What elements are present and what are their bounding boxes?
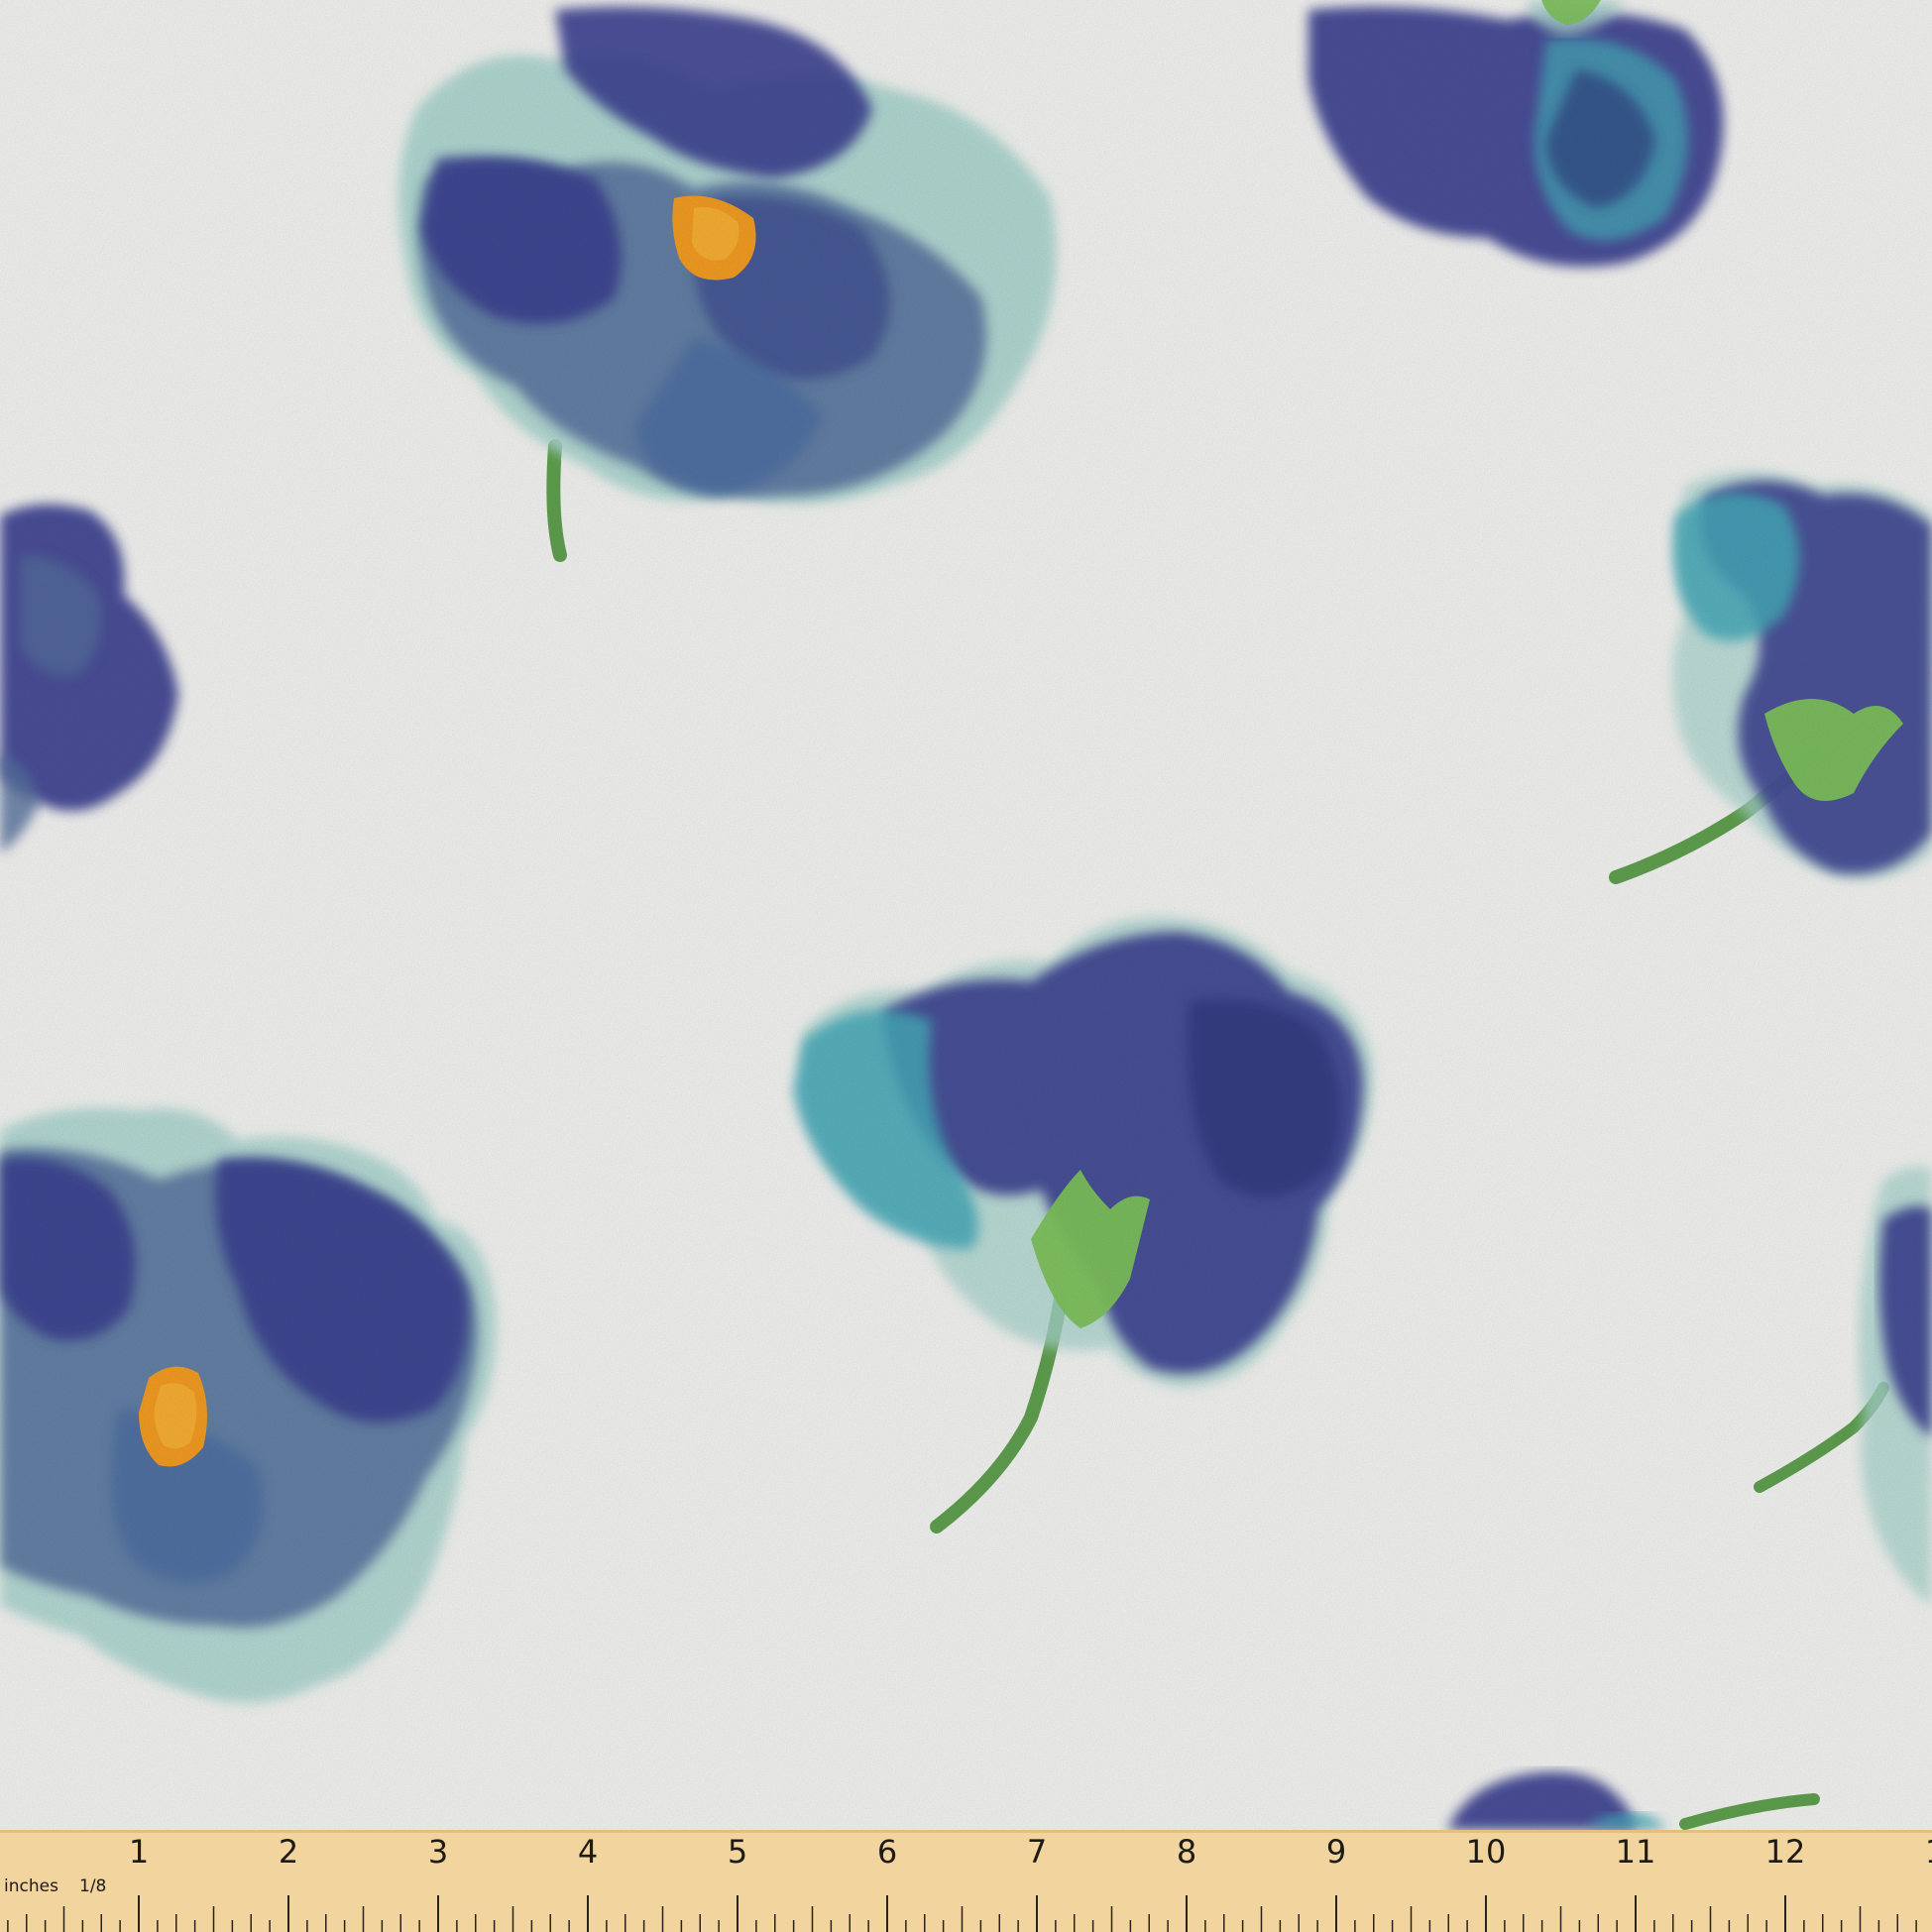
- fabric-pattern: [0, 0, 1932, 1932]
- ruler-number: 7: [1027, 1833, 1047, 1871]
- ruler-number: 3: [428, 1833, 448, 1871]
- ruler-number: 5: [728, 1833, 747, 1871]
- ruler-unit-label: inches: [4, 1876, 58, 1896]
- ruler-number: 4: [578, 1833, 598, 1871]
- weave-texture: [0, 0, 1932, 1932]
- ruler-number: 12: [1765, 1833, 1806, 1871]
- ruler-number: 8: [1177, 1833, 1196, 1871]
- ruler-number: 9: [1326, 1833, 1346, 1871]
- ruler-number: 10: [1466, 1833, 1507, 1871]
- ruler-fraction-label: 1/8: [79, 1876, 106, 1896]
- ruler-number: 1: [1925, 1833, 1932, 1871]
- ruler-number: 11: [1616, 1833, 1656, 1871]
- measuring-ruler: 1234567891011121 inches 1/8: [0, 1830, 1932, 1932]
- ruler-number: 1: [129, 1833, 149, 1871]
- ruler-number: 6: [877, 1833, 897, 1871]
- ruler-number: 2: [279, 1833, 298, 1871]
